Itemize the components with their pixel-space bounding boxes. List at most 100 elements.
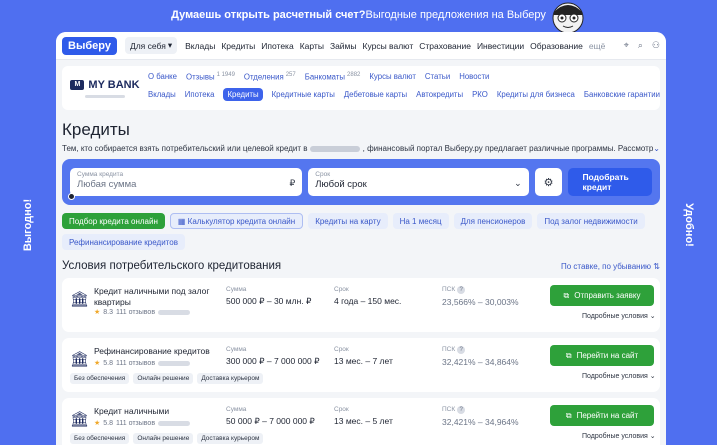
offer-name[interactable]: Кредит наличными под залог квартиры [94, 286, 212, 308]
bank-logo-icon: M [70, 79, 85, 90]
page-lead: Тем, кто собирается взять потребительски… [62, 144, 660, 153]
audience-dropdown[interactable]: Для себя ▾ [124, 37, 178, 54]
user-icon[interactable]: ⚇ [652, 40, 660, 51]
reviews-count[interactable]: 111 отзывов [116, 420, 155, 427]
offer-action-label: Отправить заявку [574, 291, 641, 300]
nav-item-insurance[interactable]: Страхование [419, 41, 471, 51]
chip-calculator[interactable]: ▦ Калькулятор кредита онлайн [169, 213, 304, 229]
chip-online-selection[interactable]: Подбор кредита онлайн [62, 213, 165, 229]
chip-refinancing[interactable]: Рефинансирование кредитов [62, 234, 185, 250]
nav-item-credits[interactable]: Кредиты [221, 41, 255, 51]
nav-item-investments[interactable]: Инвестиции [477, 41, 524, 51]
sum-field-placeholder: Любая сумма [77, 179, 137, 190]
external-link-icon: ⧉ [563, 290, 570, 300]
chip-one-month[interactable]: На 1 месяц [392, 213, 449, 229]
chip-to-card[interactable]: Кредиты на карту [308, 213, 388, 229]
chip-pensioners[interactable]: Для пенсионеров [453, 213, 533, 229]
bank-header: M MY BANK О банке Отзывы 1 1949 Отделения 257… [62, 66, 660, 110]
slider-handle[interactable] [68, 193, 75, 200]
sum-header: Сумма [226, 346, 247, 353]
filter-settings-icon[interactable]: ⚙ [534, 168, 563, 196]
sum-field[interactable]: Сумма кредита Любая сумма ₽ [68, 168, 303, 200]
reviews-count[interactable]: 111 отзывов [116, 360, 155, 367]
nav-item-education[interactable]: Образование [530, 41, 583, 51]
bank-menu-item[interactable]: Кредиты для бизнеса [497, 90, 575, 99]
bank-menu-item[interactable]: Отзывы 1 1949 [186, 72, 235, 82]
site-page: Выберу Для себя ▾ Вклады Кредиты Ипотека … [56, 32, 666, 445]
external-link-icon: ⧉ [565, 410, 572, 420]
nav-item-deposits[interactable]: Вклады [185, 41, 215, 51]
details-link[interactable]: Подробные условия ⌄ [582, 372, 656, 380]
help-icon[interactable]: ? [457, 286, 466, 294]
chip-calculator-label: Калькулятор кредита онлайн [187, 216, 296, 226]
bank-menu-item[interactable]: Банкоматы 2882 [305, 72, 361, 82]
bank-menu-item[interactable]: Статьи [425, 72, 450, 81]
bank-menu-item[interactable]: Дебетовые карты [344, 90, 407, 99]
help-icon[interactable]: ? [457, 406, 466, 414]
bank-menu-item[interactable]: Кредиты [223, 87, 263, 101]
sum-header: Сумма [226, 286, 247, 293]
search-icon[interactable]: ⌕ [638, 40, 643, 51]
bank-menu-item-label: Отделения [243, 72, 284, 82]
details-label: Подробные условия [582, 373, 648, 380]
expand-chevron-icon[interactable]: ⌄ [653, 144, 660, 153]
bank-menu-item[interactable]: Автокредиты [416, 90, 463, 99]
nav-more[interactable]: ещё [589, 41, 605, 51]
offer-psk: ПСК? 23,566% – 30,003% [442, 286, 519, 307]
nav-item-currency[interactable]: Курсы валют [363, 41, 414, 51]
offer-card[interactable]: 🏛 Кредит наличными под залог квартиры ★ 8.3… [62, 278, 660, 332]
site-logo[interactable]: Выберу [62, 36, 117, 55]
reviews-count[interactable]: 111 отзывов [116, 309, 155, 316]
offer-term: Срок 13 мес. – 5 лет [334, 406, 393, 426]
bank-menu-item[interactable]: Ипотека [185, 90, 215, 99]
offer-action-button[interactable]: ⧉ Перейти на сайт [550, 345, 654, 366]
bank-menu-item[interactable]: Отделения 257 [244, 72, 296, 82]
bank-menu-item[interactable]: Вклады [148, 90, 176, 99]
mascot-illustration [552, 2, 584, 32]
location-icon[interactable]: ⌖ [624, 40, 629, 51]
details-link[interactable]: Подробные условия ⌄ [582, 432, 656, 440]
offer-action-button[interactable]: ⧉ Отправить заявку [550, 285, 654, 306]
term-header: Срок [334, 346, 349, 353]
offer-action-button[interactable]: ⧉ Перейти на сайт [550, 405, 654, 426]
bank-menu-item[interactable]: Банковские гарантии [584, 90, 660, 99]
offer-name[interactable]: Рефинансирование кредитов [94, 346, 212, 357]
chevron-down-icon: ⌄ [649, 373, 656, 380]
nav-item-cards[interactable]: Карты [300, 41, 324, 51]
bank-building-icon: 🏛 [70, 291, 90, 308]
find-credit-button[interactable]: Подобрать кредит [568, 168, 652, 196]
nav-item-loans[interactable]: Займы [330, 41, 357, 51]
bank-menu-item[interactable]: РКО [472, 90, 488, 99]
star-icon: ★ [94, 309, 101, 316]
offer-card[interactable]: 🏛 Кредит наличными ★ 5.8 111 отзывов Сумма 50 … [62, 398, 660, 445]
details-link[interactable]: Подробные условия ⌄ [582, 312, 656, 320]
offer-psk: ПСК? 32,421% – 34,864% [442, 346, 519, 367]
bank-logo[interactable]: M MY BANK [62, 66, 148, 110]
bank-menu-item[interactable]: Кредитные карты [272, 90, 335, 99]
details-label: Подробные условия [582, 313, 648, 320]
bank-menu-item[interactable]: Новости [459, 72, 489, 81]
term-select-label: Срок [315, 171, 331, 178]
offer-name[interactable]: Кредит наличными [94, 406, 212, 417]
section-title: Условия потребительского кредитования [62, 260, 282, 272]
promo-banner[interactable]: Думаешь открыть расчетный счет? Выгодные… [0, 0, 717, 30]
term-select[interactable]: Срок Любой срок ⌄ [308, 168, 529, 196]
sum-value: 50 000 ₽ – 7 000 000 ₽ [226, 416, 315, 426]
nav-item-mortgage[interactable]: Ипотека [261, 41, 293, 51]
chip-real-estate[interactable]: Под залог недвижимости [537, 213, 645, 229]
top-navigation: Выберу Для себя ▾ Вклады Кредиты Ипотека … [56, 32, 666, 60]
chevron-down-icon: ⌄ [649, 433, 656, 440]
offer-card[interactable]: 🏛 Рефинансирование кредитов ★ 5.8 111 отзыво… [62, 338, 660, 392]
side-label-right: Удобно! [683, 203, 695, 247]
help-icon[interactable]: ? [457, 346, 466, 354]
term-value: 4 года – 150 мес. [334, 296, 402, 306]
term-value: 13 мес. – 7 лет [334, 356, 393, 366]
bank-menu-item[interactable]: Курсы валют [369, 72, 416, 81]
promo-banner-text: Выгодные предложения на Выберу [365, 9, 546, 21]
offers-list: 🏛 Кредит наличными под залог квартиры ★ 8.3… [56, 278, 666, 445]
bank-subtitle-blurred [85, 94, 125, 98]
credit-filter: Сумма кредита Любая сумма ₽ Срок Любой с… [62, 159, 660, 205]
bank-menu-item[interactable]: О банке [148, 72, 177, 81]
sort-control[interactable]: По ставке, по убыванию ⇅ [561, 262, 660, 271]
offer-tag: Без обеспечения [70, 373, 130, 384]
